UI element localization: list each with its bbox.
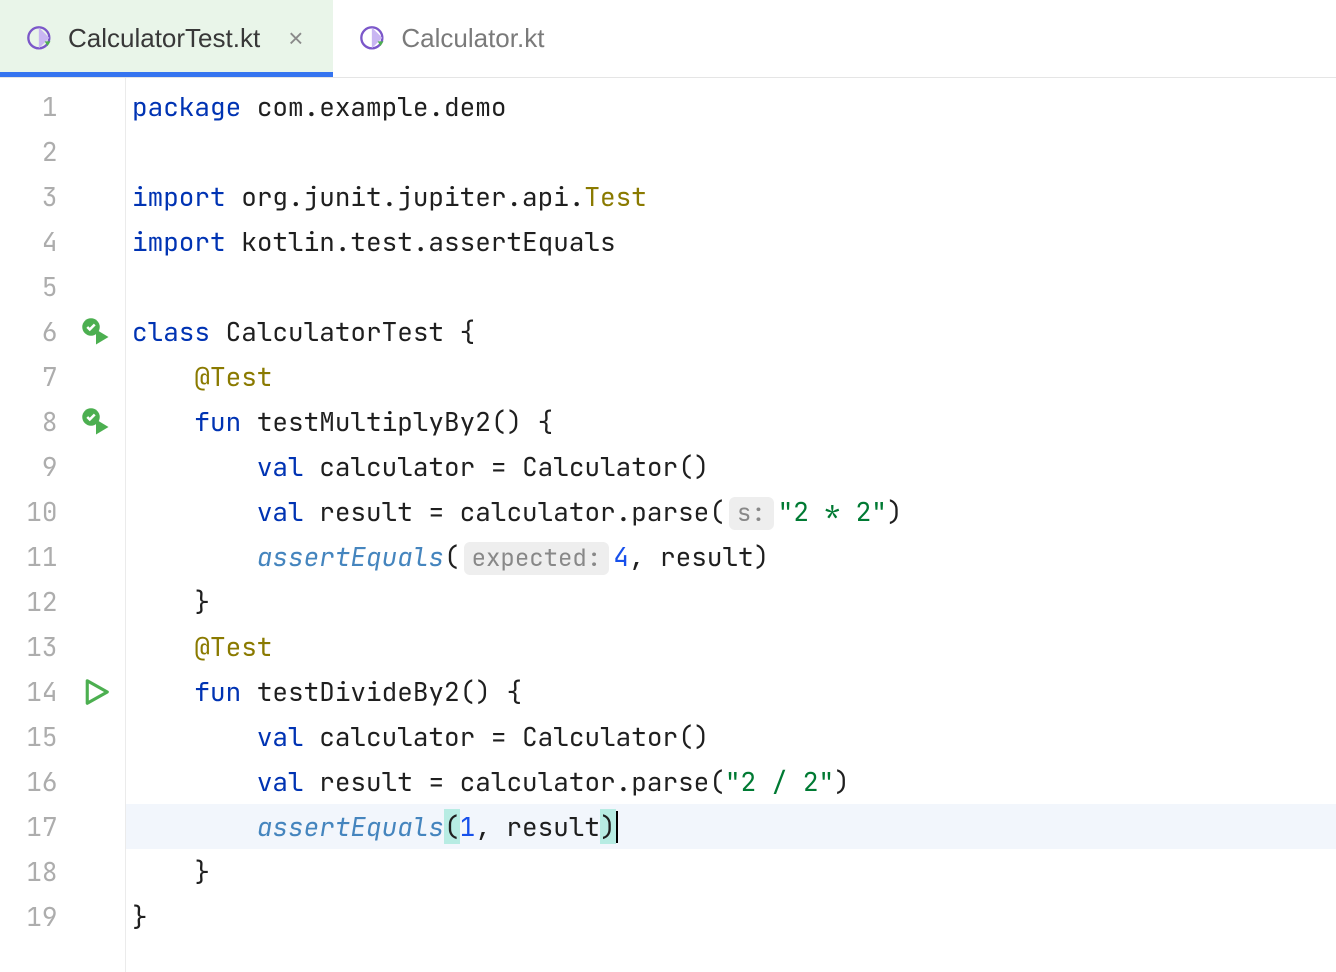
gutter-spacer: [67, 624, 125, 669]
line-number: 9: [0, 444, 67, 489]
gutter-spacer: [67, 129, 125, 174]
code-line[interactable]: @Test: [126, 354, 1336, 399]
matched-bracket: (: [444, 809, 460, 844]
gutter-spacer: [67, 219, 125, 264]
editor: 12345678910111213141516171819 package co…: [0, 78, 1336, 972]
gutter-spacer: [67, 354, 125, 399]
code-line[interactable]: fun testMultiplyBy2() {: [126, 399, 1336, 444]
inlay-hint: expected:: [464, 542, 610, 575]
tab-label: CalculatorTest.kt: [68, 23, 260, 54]
gutter-spacer: [67, 579, 125, 624]
code-line[interactable]: val result = calculator.parse("2 / 2"): [126, 759, 1336, 804]
line-number: 18: [0, 849, 67, 894]
run-test-pass-icon[interactable]: [67, 309, 125, 354]
gutter-spacer: [67, 534, 125, 579]
code-line[interactable]: }: [126, 894, 1336, 939]
tab-calculatortest[interactable]: CalculatorTest.kt ×: [0, 0, 333, 77]
gutter-spacer: [67, 489, 125, 534]
code-line[interactable]: import kotlin.test.assertEquals: [126, 219, 1336, 264]
tab-calculator[interactable]: Calculator.kt: [333, 0, 570, 77]
line-number: 15: [0, 714, 67, 759]
code-line[interactable]: package com.example.demo: [126, 84, 1336, 129]
line-number: 10: [0, 489, 67, 534]
line-number: 3: [0, 174, 67, 219]
gutter-spacer: [67, 759, 125, 804]
code-line[interactable]: val result = calculator.parse(s:"2 * 2"): [126, 489, 1336, 534]
gutter-spacer: [67, 849, 125, 894]
gutter-spacer: [67, 444, 125, 489]
code-line[interactable]: val calculator = Calculator(): [126, 714, 1336, 759]
line-number: 4: [0, 219, 67, 264]
matched-bracket: ): [600, 809, 616, 844]
code-area[interactable]: package com.example.demo import org.juni…: [126, 78, 1336, 972]
code-line[interactable]: val calculator = Calculator(): [126, 444, 1336, 489]
code-line[interactable]: @Test: [126, 624, 1336, 669]
line-number: 13: [0, 624, 67, 669]
tab-label: Calculator.kt: [401, 23, 544, 54]
kotlin-test-icon: [26, 25, 54, 53]
line-number: 19: [0, 894, 67, 939]
gutter-spacer: [67, 894, 125, 939]
gutter-spacer: [67, 84, 125, 129]
code-line[interactable]: assertEquals(1, result): [126, 804, 1336, 849]
line-number: 14: [0, 669, 67, 714]
code-line[interactable]: }: [126, 849, 1336, 894]
line-number: 11: [0, 534, 67, 579]
inlay-hint: s:: [729, 497, 774, 530]
line-number: 5: [0, 264, 67, 309]
code-line[interactable]: [126, 129, 1336, 174]
text-caret: [616, 811, 618, 843]
code-line[interactable]: import org.junit.jupiter.api.Test: [126, 174, 1336, 219]
code-line[interactable]: fun testDivideBy2() {: [126, 669, 1336, 714]
line-number: 1: [0, 84, 67, 129]
line-number: 16: [0, 759, 67, 804]
gutter-spacer: [67, 264, 125, 309]
gutter-markers: [67, 78, 125, 972]
line-numbers: 12345678910111213141516171819: [0, 78, 67, 972]
run-test-pass-icon[interactable]: [67, 399, 125, 444]
gutter: 12345678910111213141516171819: [0, 78, 126, 972]
kotlin-class-icon: [359, 25, 387, 53]
code-line[interactable]: assertEquals(expected:4, result): [126, 534, 1336, 579]
line-number: 8: [0, 399, 67, 444]
run-test-icon[interactable]: [67, 669, 125, 714]
gutter-spacer: [67, 804, 125, 849]
gutter-spacer: [67, 714, 125, 759]
code-line[interactable]: }: [126, 579, 1336, 624]
line-number: 6: [0, 309, 67, 354]
line-number: 12: [0, 579, 67, 624]
code-line[interactable]: [126, 264, 1336, 309]
tab-bar: CalculatorTest.kt × Calculator.kt: [0, 0, 1336, 78]
close-icon[interactable]: ×: [284, 23, 307, 54]
line-number: 7: [0, 354, 67, 399]
line-number: 2: [0, 129, 67, 174]
line-number: 17: [0, 804, 67, 849]
gutter-spacer: [67, 174, 125, 219]
code-line[interactable]: class CalculatorTest {: [126, 309, 1336, 354]
